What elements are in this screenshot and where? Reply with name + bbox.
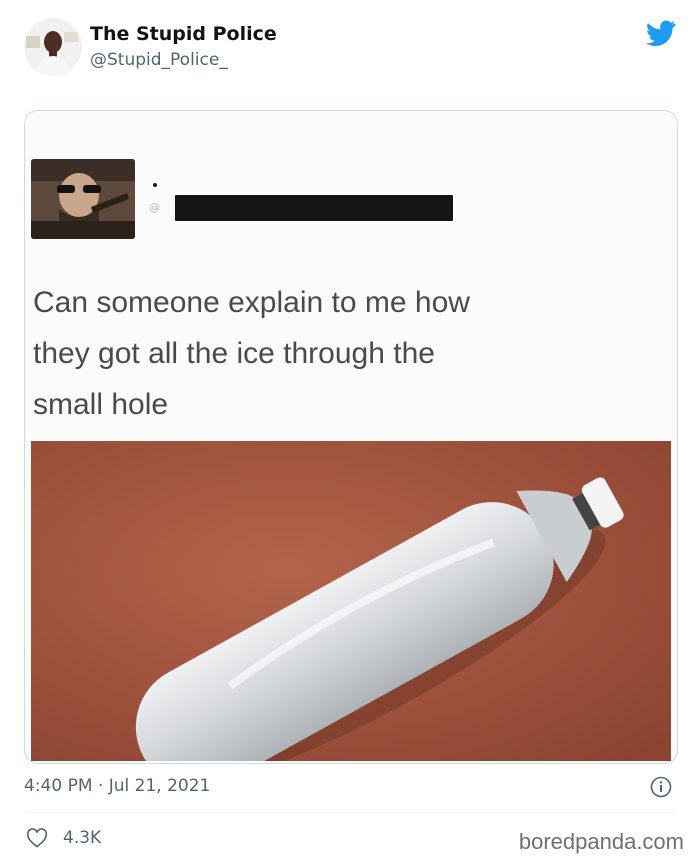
author-name[interactable]: The Stupid Police bbox=[90, 23, 277, 45]
tweet-timestamp[interactable]: 4:40 PM · Jul 21, 2021 bbox=[24, 776, 210, 796]
redaction-bar bbox=[175, 195, 453, 221]
post-line-1: Can someone explain to me how bbox=[33, 286, 470, 319]
info-icon[interactable] bbox=[650, 776, 672, 798]
twitter-bird-icon[interactable] bbox=[646, 20, 676, 46]
embedded-name-dot bbox=[153, 183, 157, 187]
embedded-at-symbol: @ bbox=[149, 201, 160, 214]
like-count: 4.3K bbox=[63, 828, 102, 848]
frozen-bottle-photo bbox=[31, 441, 671, 761]
divider bbox=[24, 812, 676, 813]
embedded-avatar bbox=[31, 159, 135, 239]
post-line-3: small hole bbox=[33, 388, 169, 421]
watermark: boredpanda.com bbox=[518, 829, 684, 854]
author-avatar[interactable] bbox=[24, 18, 82, 76]
embedded-post-text: Can someone explain to me how they got a… bbox=[33, 277, 663, 430]
author-handle[interactable]: @Stupid_Police_ bbox=[90, 50, 228, 70]
embedded-screenshot[interactable]: @ Can someone explain to me how they got… bbox=[24, 110, 678, 764]
heart-icon[interactable] bbox=[26, 828, 48, 848]
post-line-2: they got all the ice through the bbox=[33, 337, 435, 370]
